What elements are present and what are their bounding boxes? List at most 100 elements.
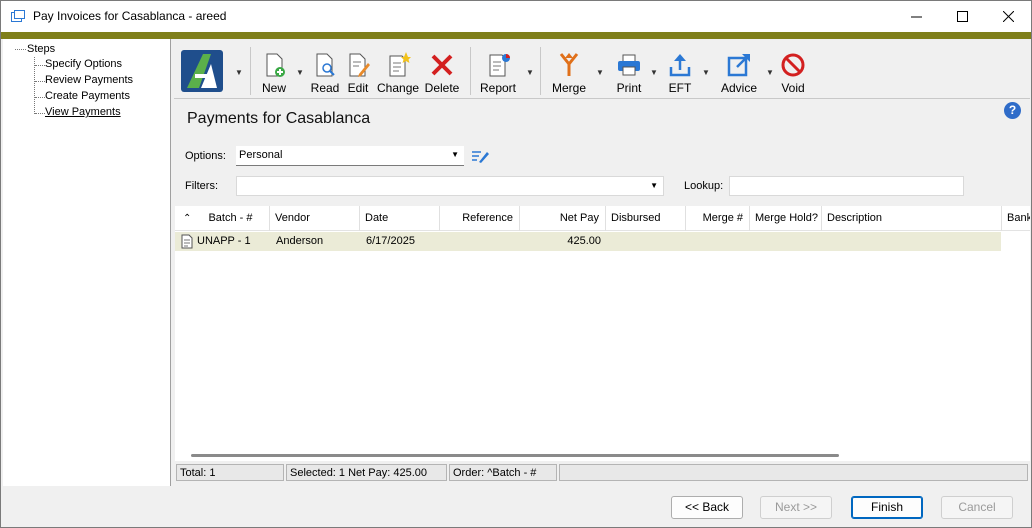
tree-connector: [35, 65, 45, 66]
cancel-button[interactable]: Cancel: [941, 496, 1013, 519]
grid-header: ⌃ Batch - # Vendor Date Reference Net Pa…: [175, 206, 1030, 231]
page-title: Payments for Casablanca: [187, 110, 371, 127]
column-batch[interactable]: ⌃ Batch - #: [175, 206, 270, 231]
steps-panel: Steps Specify Options Review Payments Cr…: [3, 39, 171, 486]
step-view-payments[interactable]: View Payments: [45, 106, 121, 118]
delete-button[interactable]: Delete: [424, 52, 460, 95]
edit-options-icon[interactable]: [472, 149, 490, 163]
edit-label: Edit: [347, 81, 369, 95]
sort-ascending-icon: ⌃: [183, 213, 192, 224]
change-button[interactable]: Change: [377, 52, 419, 95]
chevron-down-icon: ▼: [650, 181, 658, 190]
company-logo-icon[interactable]: [181, 50, 223, 92]
read-button[interactable]: Read: [310, 52, 340, 95]
eft-button[interactable]: EFT: [664, 52, 696, 95]
close-button[interactable]: [985, 1, 1031, 32]
pay-invoices-window: Pay Invoices for Casablanca - areed Step…: [0, 0, 1032, 528]
advice-label: Advice: [720, 81, 758, 95]
advice-button[interactable]: Advice: [718, 52, 760, 95]
back-button[interactable]: << Back: [671, 496, 743, 519]
eft-dropdown-caret[interactable]: ▼: [702, 68, 710, 77]
window-title: Pay Invoices for Casablanca - areed: [33, 9, 227, 23]
close-icon: [1002, 11, 1014, 22]
options-label: Options:: [185, 150, 226, 162]
new-button[interactable]: New: [258, 52, 290, 95]
read-icon: [316, 53, 335, 77]
print-dropdown-caret[interactable]: ▼: [650, 68, 658, 77]
cell-vendor: Anderson: [276, 235, 324, 247]
printer-icon: [618, 54, 640, 76]
title-bar: Pay Invoices for Casablanca - areed: [1, 1, 1031, 32]
cell-date: 6/17/2025: [366, 235, 415, 247]
column-bank[interactable]: Bank: [1002, 206, 1030, 231]
toolbar: ▼ New ▼ Read Edit Change Delete Report ▼…: [174, 41, 1030, 99]
void-icon: [781, 53, 805, 77]
status-extra: [559, 464, 1028, 481]
report-button[interactable]: Report: [478, 52, 518, 95]
tree-connector: [35, 113, 45, 114]
horizontal-scrollbar[interactable]: [191, 454, 839, 457]
edit-button[interactable]: Edit: [343, 52, 373, 95]
advice-icon: [727, 54, 750, 77]
accent-bar: [1, 32, 1031, 39]
new-dropdown-caret[interactable]: ▼: [296, 68, 304, 77]
merge-dropdown-caret[interactable]: ▼: [596, 68, 604, 77]
column-date[interactable]: Date: [360, 206, 440, 231]
cell-net-pay: 425.00: [567, 235, 601, 247]
filters-select[interactable]: ▼: [236, 176, 664, 196]
column-vendor[interactable]: Vendor: [270, 206, 360, 231]
step-create-payments[interactable]: Create Payments: [45, 90, 130, 102]
options-select[interactable]: Personal ▼: [236, 146, 464, 166]
status-order: Order: ^Batch - #: [449, 464, 557, 481]
delete-icon: [431, 54, 453, 76]
payments-grid: ⌃ Batch - # Vendor Date Reference Net Pa…: [175, 206, 1030, 461]
step-review-payments[interactable]: Review Payments: [45, 74, 133, 86]
step-specify-options[interactable]: Specify Options: [45, 58, 122, 70]
column-reference[interactable]: Reference: [440, 206, 520, 231]
cell-batch: UNAPP - 1: [197, 235, 251, 247]
status-selected: Selected: 1 Net Pay: 425.00: [286, 464, 447, 481]
merge-label: Merge: [551, 81, 586, 95]
new-label: New: [261, 81, 286, 95]
delete-label: Delete: [424, 81, 460, 95]
options-value: Personal: [239, 149, 283, 161]
edit-icon: [349, 53, 370, 77]
column-net-pay[interactable]: Net Pay: [520, 206, 606, 231]
status-total: Total: 1: [176, 464, 284, 481]
logo-dropdown-caret[interactable]: ▼: [235, 68, 243, 77]
finish-button[interactable]: Finish: [851, 496, 923, 519]
maximize-icon: [956, 11, 968, 22]
table-row[interactable]: UNAPP - 1 Anderson 6/17/2025 425.00: [175, 232, 1001, 251]
eft-upload-icon: [669, 54, 691, 77]
help-icon[interactable]: ?: [1004, 102, 1021, 119]
column-merge-number[interactable]: Merge #: [686, 206, 750, 231]
report-dropdown-caret[interactable]: ▼: [526, 68, 534, 77]
lookup-label: Lookup:: [684, 180, 724, 192]
toolbar-separator: [250, 47, 251, 95]
maximize-button[interactable]: [939, 1, 985, 32]
column-disbursed[interactable]: Disbursed: [606, 206, 686, 231]
eft-label: EFT: [668, 81, 692, 95]
advice-dropdown-caret[interactable]: ▼: [766, 68, 774, 77]
status-bar: Total: 1 Selected: 1 Net Pay: 425.00 Ord…: [175, 464, 1030, 482]
column-description[interactable]: Description: [822, 206, 1002, 231]
next-button[interactable]: Next >>: [760, 496, 832, 519]
merge-button[interactable]: Merge: [551, 52, 587, 95]
minimize-button[interactable]: [893, 1, 939, 32]
column-merge-hold[interactable]: Merge Hold?: [750, 206, 822, 231]
app-window-icon: [11, 10, 25, 22]
print-button[interactable]: Print: [611, 52, 647, 95]
new-document-icon: [266, 53, 285, 77]
report-icon: [489, 54, 510, 77]
change-icon: [389, 52, 411, 77]
change-label: Change: [377, 81, 420, 95]
chevron-down-icon: ▼: [451, 150, 459, 159]
report-label: Report: [479, 81, 517, 95]
lookup-input[interactable]: [729, 176, 964, 196]
void-label: Void: [781, 81, 805, 95]
steps-root: Steps: [27, 43, 56, 55]
filters-label: Filters:: [185, 180, 218, 192]
void-button[interactable]: Void: [778, 52, 808, 95]
tree-connector: [35, 81, 45, 82]
print-label: Print: [616, 81, 642, 95]
